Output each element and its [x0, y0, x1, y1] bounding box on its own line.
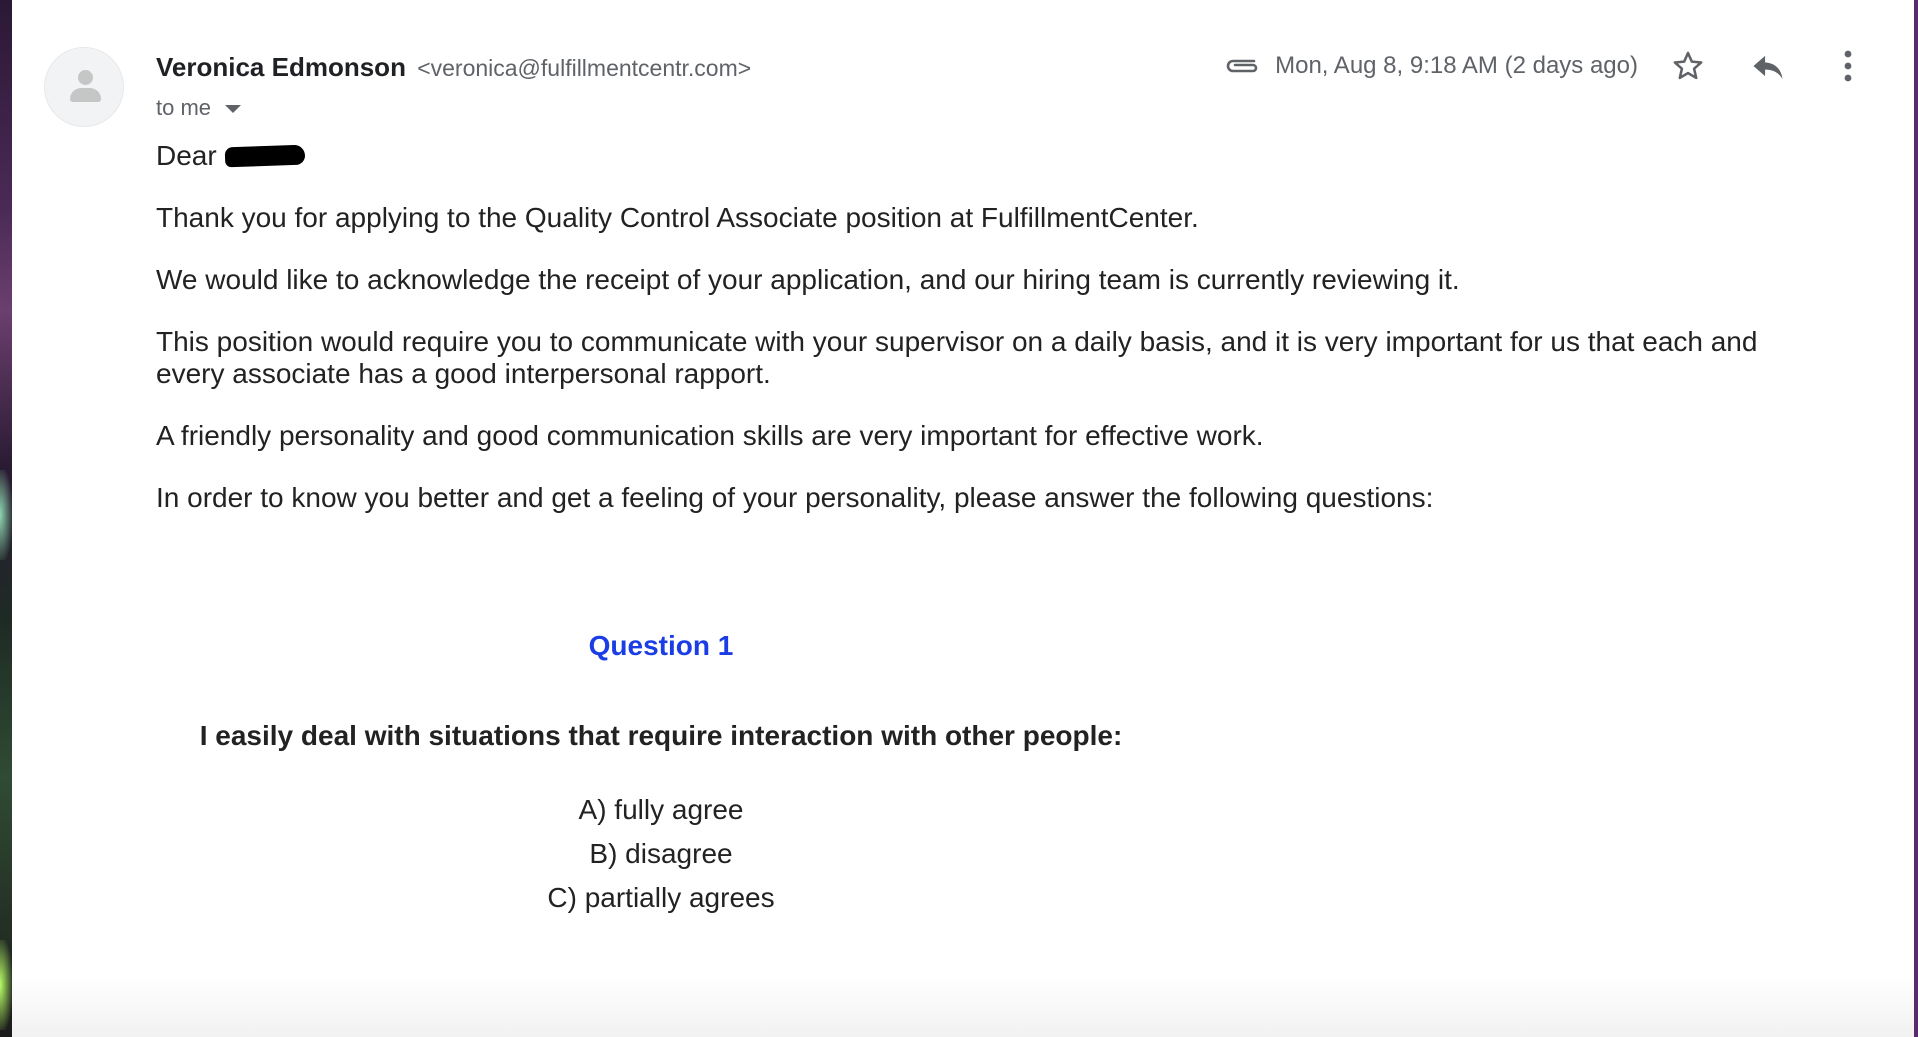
- question-block: Question 1 I easily deal with situations…: [156, 630, 1866, 920]
- email-view: Veronica Edmonson <veronica@fulfillmentc…: [0, 0, 1918, 1037]
- question-option: A) fully agree: [578, 794, 744, 825]
- star-outline-icon: [1673, 51, 1703, 80]
- question-option: B) disagree: [589, 838, 733, 869]
- question-option: C) partially agrees: [547, 882, 775, 913]
- bottom-fade: [12, 977, 1914, 1037]
- email-body: Dear Thank you for applying to the Quali…: [156, 140, 1856, 544]
- email-meta: Mon, Aug 8, 9:18 AM (2 days ago): [1223, 52, 1638, 80]
- desktop-background-edge-right: [1914, 0, 1918, 1037]
- greeting: Dear: [156, 140, 1856, 172]
- paperclip-icon: [1226, 59, 1258, 73]
- recipient-details[interactable]: to me: [156, 95, 242, 121]
- sender-email: <veronica@fulfillmentcentr.com>: [417, 55, 752, 81]
- question-text: I easily deal with situations that requi…: [199, 720, 1123, 751]
- body-paragraph: A friendly personality and good communic…: [156, 420, 1264, 451]
- redacted-name: [224, 144, 306, 168]
- recipient-label: to me: [156, 95, 212, 120]
- greeting-text: Dear: [156, 140, 217, 171]
- default-avatar-icon[interactable]: [44, 47, 124, 127]
- caret-down-icon[interactable]: [225, 105, 242, 113]
- question-title: Question 1: [588, 630, 734, 661]
- star-button[interactable]: [1666, 44, 1710, 88]
- body-paragraph: This position would require you to commu…: [156, 326, 1758, 389]
- more-vert-icon: [1844, 50, 1852, 82]
- reply-button[interactable]: [1746, 44, 1790, 88]
- reply-icon: [1753, 55, 1783, 80]
- sender-name[interactable]: Veronica Edmonson: [156, 52, 406, 82]
- body-paragraph: Thank you for applying to the Quality Co…: [156, 202, 1199, 233]
- body-paragraph: We would like to acknowledge the receipt…: [156, 264, 1460, 295]
- sender-line: Veronica Edmonson <veronica@fulfillmentc…: [156, 52, 751, 83]
- more-options-button[interactable]: [1826, 44, 1870, 88]
- body-paragraph: In order to know you better and get a fe…: [156, 482, 1434, 513]
- email-date: Mon, Aug 8, 9:18 AM (2 days ago): [1275, 52, 1638, 79]
